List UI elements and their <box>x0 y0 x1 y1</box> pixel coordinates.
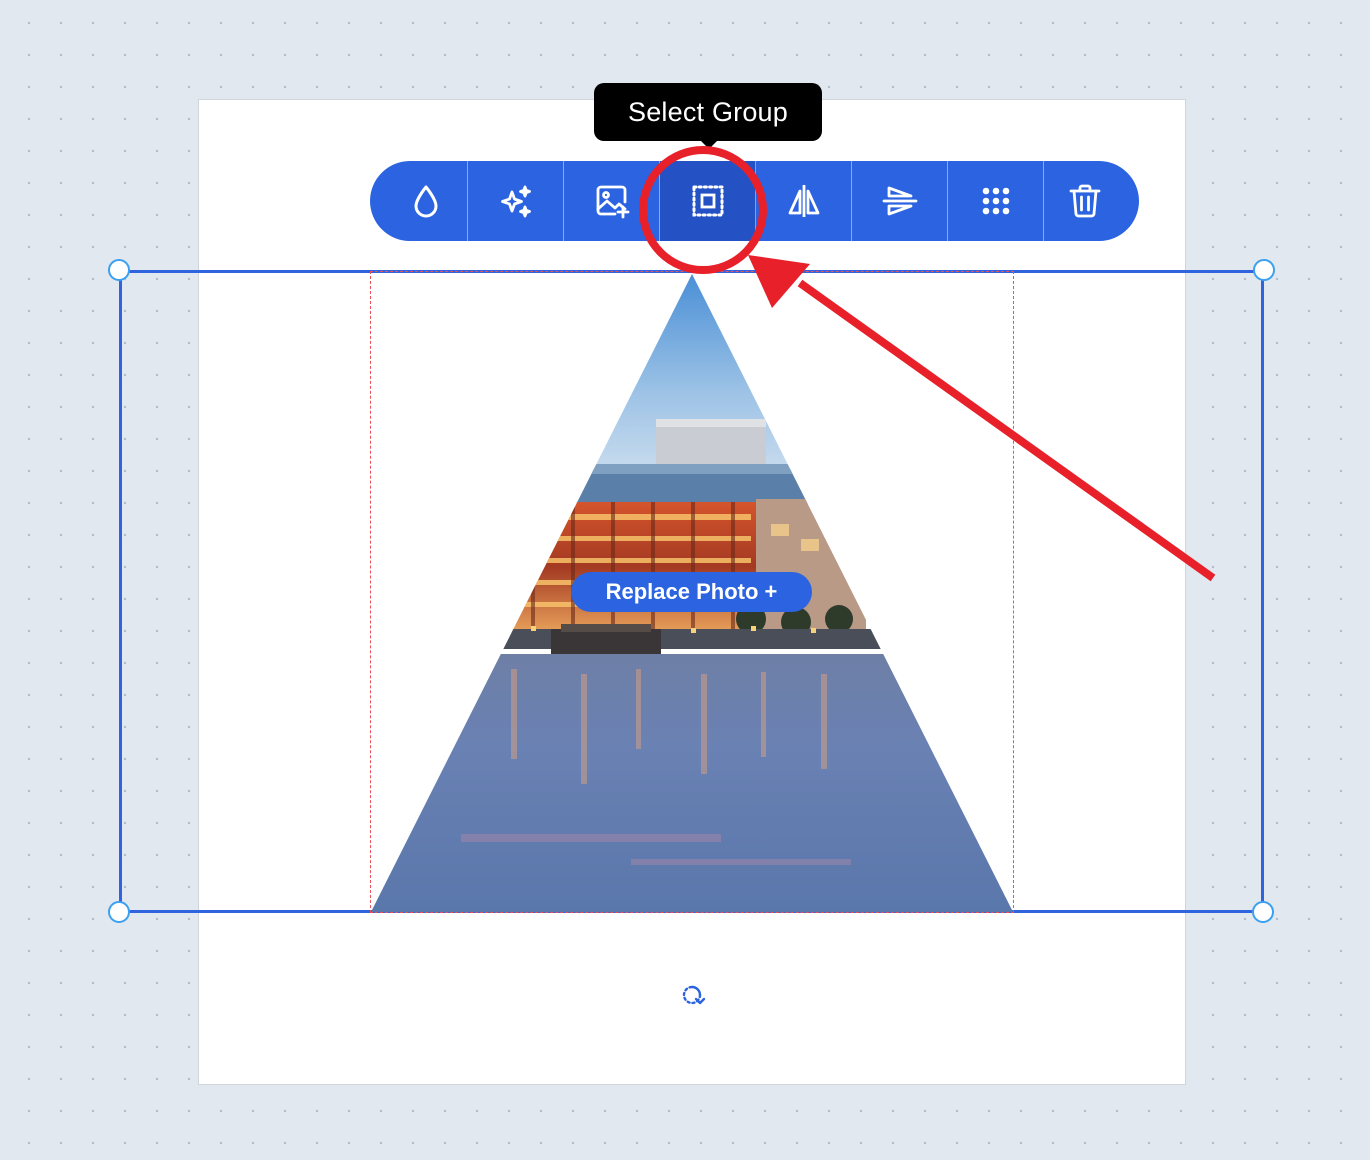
replace-image-button[interactable] <box>564 161 660 241</box>
magic-button[interactable] <box>468 161 564 241</box>
tooltip-text: Select Group <box>628 96 788 127</box>
replace-photo-label: Replace Photo + <box>605 579 778 604</box>
resize-handle-top-right[interactable] <box>1253 259 1275 281</box>
sparkles-icon <box>500 185 531 218</box>
replace-photo-button[interactable]: Replace Photo + <box>571 572 812 612</box>
more-options-button[interactable] <box>948 161 1044 241</box>
select-group-button[interactable] <box>660 161 756 241</box>
flip-vertical-icon <box>882 186 917 216</box>
transparency-button[interactable] <box>370 161 468 241</box>
droplet-icon <box>414 185 437 218</box>
select-group-tooltip: Select Group <box>594 83 822 149</box>
delete-button[interactable] <box>1044 161 1139 241</box>
select-group-icon <box>692 185 723 217</box>
flip-horizontal-button[interactable] <box>756 161 852 241</box>
resize-handle-bottom-right[interactable] <box>1252 901 1274 923</box>
image-toolbar <box>370 161 1139 241</box>
trash-icon <box>1069 184 1100 218</box>
flip-horizontal-icon <box>788 185 819 217</box>
flip-vertical-button[interactable] <box>852 161 948 241</box>
dots-grid-icon <box>982 187 1009 215</box>
resize-handle-top-left[interactable] <box>108 259 130 281</box>
rotate-icon[interactable] <box>677 980 707 1010</box>
image-plus-icon <box>596 185 629 219</box>
resize-handle-bottom-left[interactable] <box>108 901 130 923</box>
